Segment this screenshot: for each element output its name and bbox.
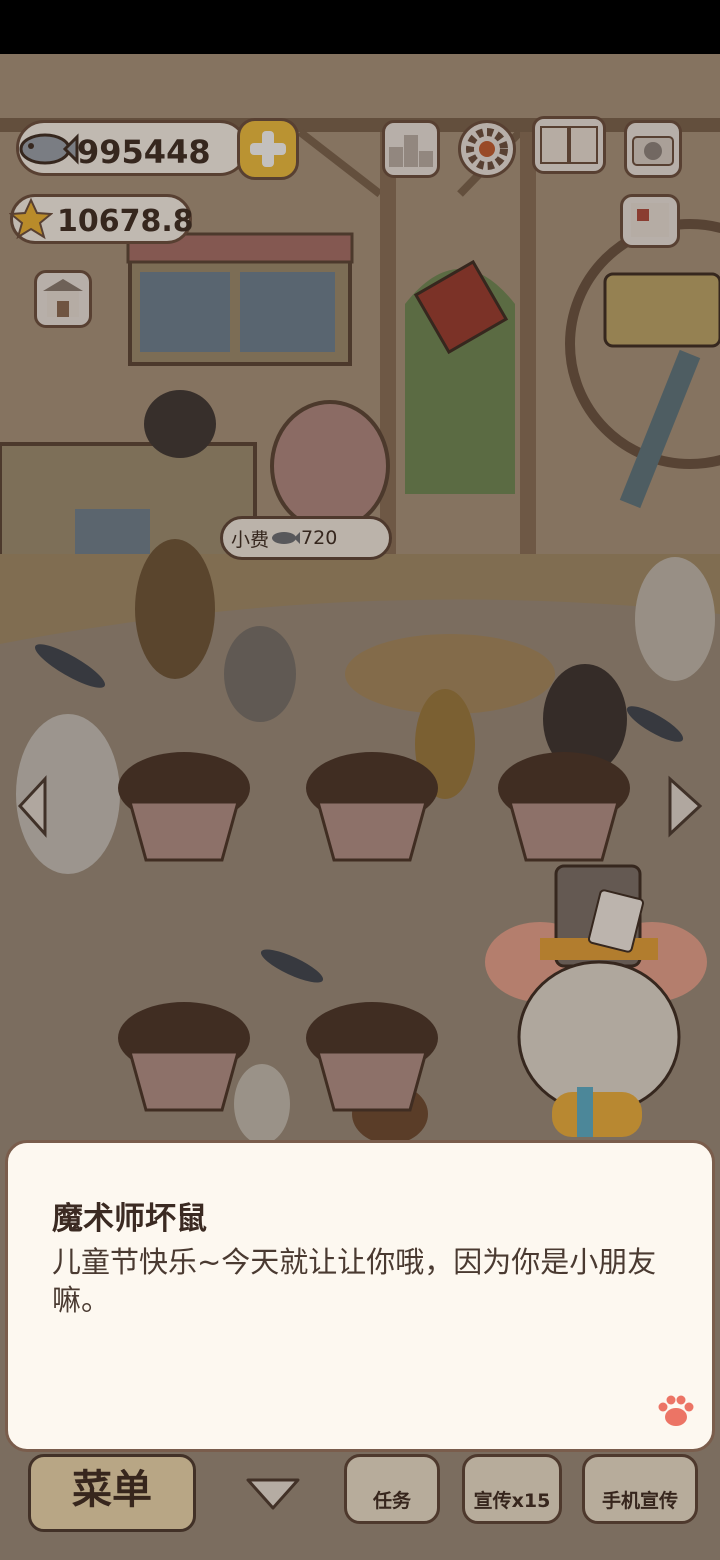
book-icon bbox=[540, 126, 598, 164]
star-count: 10678.8 bbox=[57, 204, 194, 239]
phone-promote-button[interactable]: 手机宣传 bbox=[582, 1454, 698, 1524]
table-3[interactable] bbox=[496, 750, 632, 870]
down-arrow-icon bbox=[246, 1478, 300, 1510]
magician-rat-character bbox=[485, 864, 707, 1137]
camera-button[interactable] bbox=[624, 120, 682, 178]
dialogue-text: 儿童节快乐~今天就让让你哦，因为你是小朋友嘛。 bbox=[52, 1245, 657, 1317]
tasks-label: 任务 bbox=[372, 1490, 411, 1512]
notice-board-button[interactable] bbox=[620, 194, 680, 248]
collapse-button[interactable] bbox=[244, 1474, 302, 1514]
fish-icon bbox=[19, 133, 79, 165]
table-4[interactable] bbox=[116, 1000, 252, 1120]
menu-label: 菜单 bbox=[72, 1467, 152, 1513]
add-currency-button[interactable] bbox=[237, 118, 299, 180]
gear-icon bbox=[466, 128, 508, 170]
speaker-name: 魔术师坏鼠 bbox=[52, 1201, 207, 1237]
recipe-book-button[interactable] bbox=[532, 116, 606, 174]
notice-icon bbox=[631, 203, 669, 237]
fish-currency-display: 995448 bbox=[16, 120, 248, 176]
table-1[interactable] bbox=[116, 750, 252, 870]
paw-icon[interactable] bbox=[656, 1391, 696, 1431]
settings-button[interactable] bbox=[458, 120, 516, 178]
ranking-button[interactable] bbox=[382, 120, 440, 178]
game-scene: 小费 720 995448 10678.8 菜单 任务 宣传x15 手机宣传 魔… bbox=[0, 54, 720, 1560]
shop-button[interactable] bbox=[34, 270, 92, 328]
star-icon bbox=[9, 197, 53, 240]
fish-icon bbox=[272, 532, 301, 544]
table-5[interactable] bbox=[304, 1000, 440, 1120]
fish-count: 995448 bbox=[77, 133, 211, 171]
shop-icon bbox=[43, 279, 83, 317]
dialogue-box[interactable]: 魔术师坏鼠 儿童节快乐~今天就让让你哦，因为你是小朋友嘛。 bbox=[5, 1140, 715, 1452]
ranking-icon bbox=[389, 135, 433, 167]
tip-label: 小费 bbox=[231, 528, 270, 551]
tip-amount: 720 bbox=[301, 527, 338, 549]
promote-button[interactable]: 宣传x15 bbox=[462, 1454, 562, 1524]
phone-promote-label: 手机宣传 bbox=[601, 1490, 678, 1512]
menu-button[interactable]: 菜单 bbox=[28, 1454, 196, 1532]
plus-icon bbox=[250, 131, 286, 167]
table-2[interactable] bbox=[304, 750, 440, 870]
promote-label: 宣传x15 bbox=[473, 1490, 551, 1512]
camera-icon bbox=[632, 136, 674, 166]
tasks-button[interactable]: 任务 bbox=[344, 1454, 440, 1524]
star-rating-display: 10678.8 bbox=[9, 194, 194, 244]
tip-bubble: 小费 720 bbox=[220, 516, 392, 560]
